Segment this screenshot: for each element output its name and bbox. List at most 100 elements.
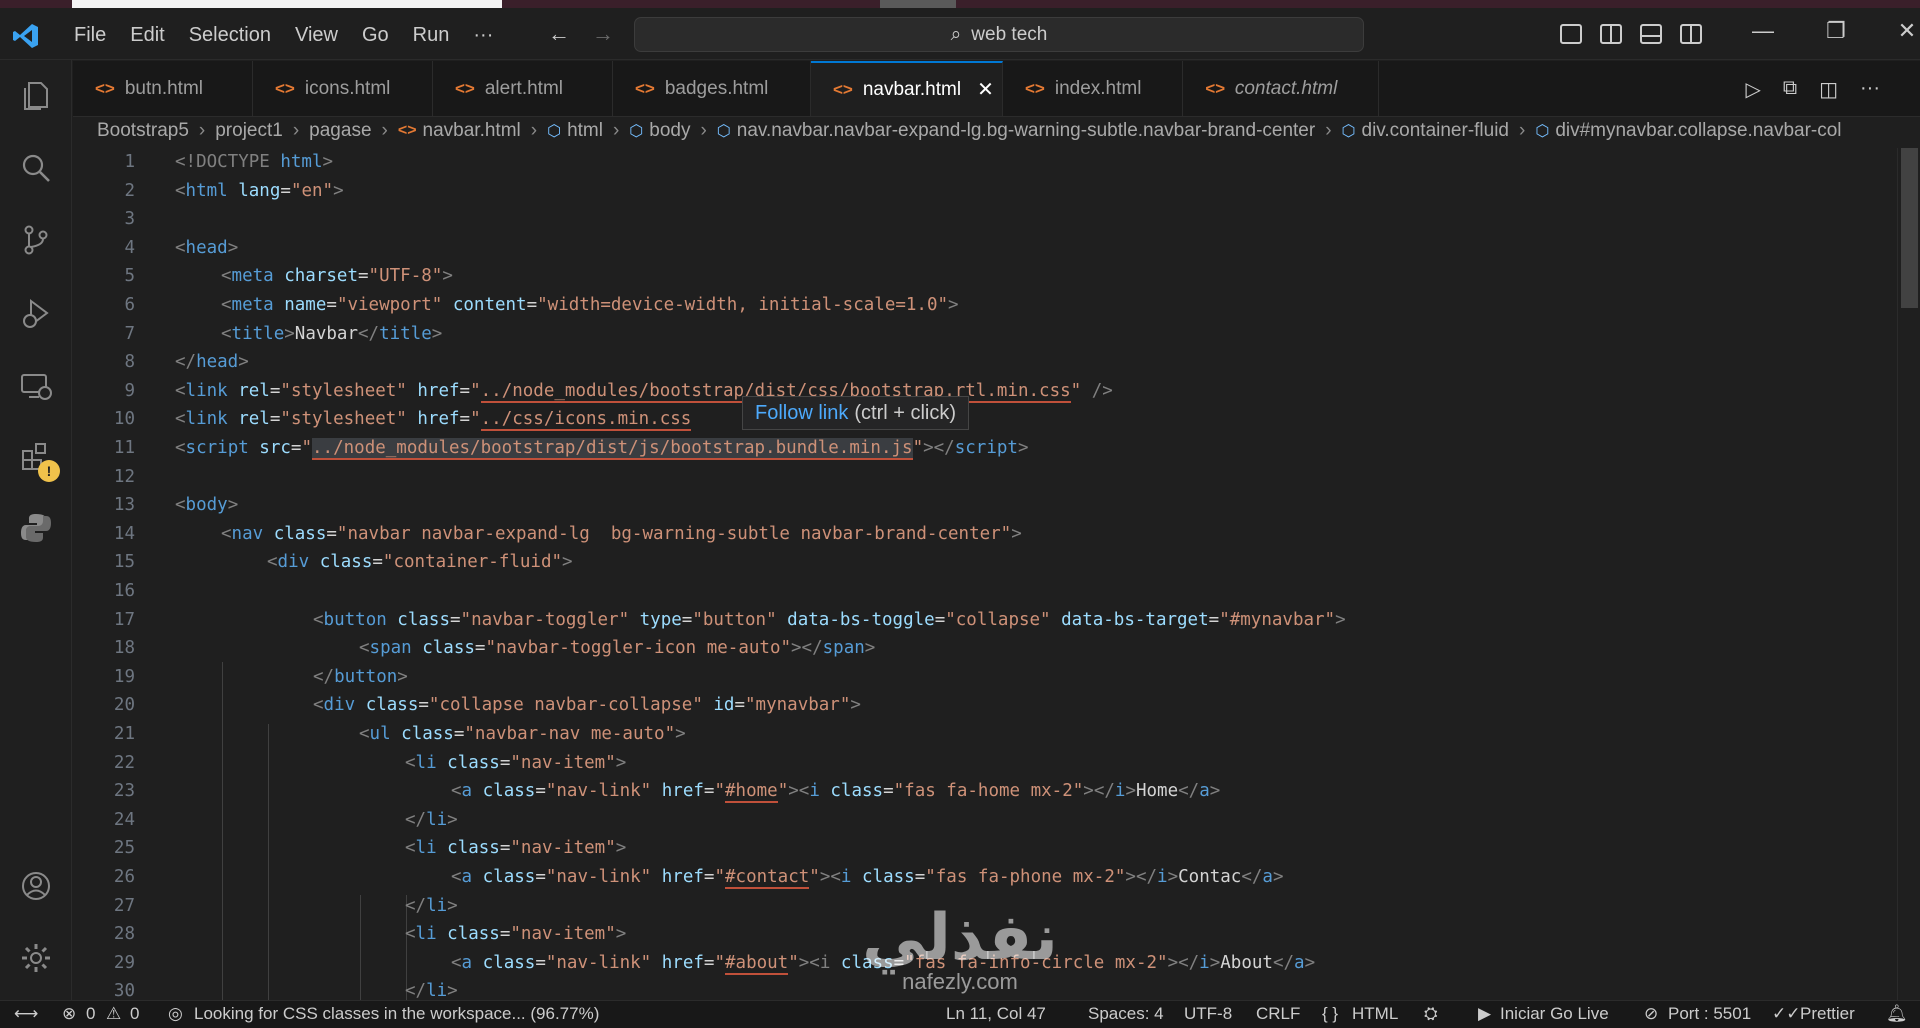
breadcrumb-item[interactable]: navbar.html (423, 120, 521, 142)
remote-indicator-icon[interactable]: ⟷ (14, 1004, 38, 1024)
errors-icon[interactable]: ⊗ (62, 1004, 76, 1024)
close-tab-icon[interactable]: ✕ (977, 77, 994, 102)
code-line: <html lang="en"> (175, 180, 344, 201)
breadcrumb: Bootstrap5 › project1 › pagase › <> navbar.h… (73, 117, 1920, 145)
encoding[interactable]: UTF-8 (1184, 1004, 1232, 1024)
remote-explorer-icon[interactable] (16, 366, 56, 406)
extensions-warning-badge-icon: ! (38, 460, 60, 482)
code-line: <li class="nav-item"> (405, 752, 627, 773)
tab-butn[interactable]: <> butn.html (73, 61, 253, 116)
breadcrumb-item[interactable]: html (567, 120, 603, 142)
html-file-icon: <> (455, 78, 475, 98)
element-icon: ⬡ (1341, 123, 1356, 140)
cursor-position[interactable]: Ln 11, Col 47 (946, 1004, 1046, 1024)
link-href[interactable]: #home (725, 781, 778, 804)
line-number: 23 (113, 781, 135, 802)
watermark-arabic: نفذلي (862, 901, 1058, 973)
code-line: <a class="nav-link" href="#home"><i clas… (451, 781, 1221, 804)
code-line: </li> (405, 981, 458, 1000)
manage-gear-icon[interactable] (16, 938, 56, 978)
live-port[interactable]: Port : 5501 (1668, 1004, 1751, 1024)
code-line: <meta name="viewport" content="width=dev… (221, 295, 959, 315)
link-href[interactable]: ../node_modules/bootstrap/dist/js/bootst… (312, 438, 913, 460)
editor-scrollbar[interactable] (1897, 148, 1920, 1000)
menu-more[interactable]: ··· (461, 20, 505, 51)
window-controls: — ❐ ✕ (1752, 18, 1916, 44)
tab-navbar[interactable]: <> navbar.html ✕ (811, 61, 1003, 116)
prettier[interactable]: Prettier (1800, 1004, 1855, 1024)
restore-icon[interactable]: ❐ (1826, 18, 1846, 44)
minimize-icon[interactable]: — (1752, 18, 1774, 44)
end-of-line[interactable]: CRLF (1256, 1004, 1300, 1024)
run-icon[interactable]: ▷ (1745, 77, 1760, 102)
scrollbar-thumb[interactable] (1901, 148, 1918, 308)
tab-label: icons.html (304, 77, 391, 99)
menu-selection[interactable]: Selection (177, 20, 283, 51)
go-live-button[interactable]: Iniciar Go Live (1500, 1004, 1609, 1024)
breadcrumb-separator: › (1519, 120, 1526, 141)
menu-file[interactable]: File (62, 20, 118, 51)
link-href[interactable]: #contact (725, 867, 810, 889)
line-number: 16 (113, 581, 135, 601)
run-debug-icon[interactable] (16, 294, 56, 334)
html-feedback-icon[interactable]: ⛭ (1424, 1004, 1438, 1024)
breadcrumb-item[interactable]: nav.navbar.navbar-expand-lg.bg-warning-s… (737, 120, 1315, 142)
breadcrumb-item[interactable]: Bootstrap5 (97, 120, 189, 142)
line-number: 6 (124, 295, 135, 315)
window-top-strip (0, 0, 1920, 8)
accounts-icon[interactable] (16, 866, 56, 906)
line-number: 3 (124, 209, 135, 230)
link-href[interactable]: ../css/icons.min.css (480, 409, 692, 432)
command-center-search[interactable]: ⌕ web tech (634, 17, 1364, 52)
warnings-count[interactable]: 0 (130, 1004, 139, 1024)
tab-alert[interactable]: <> alert.html (433, 61, 613, 116)
notifications-bell-icon[interactable]: 🔔︎ (1886, 1004, 1908, 1024)
line-number: 20 (113, 695, 135, 716)
line-number: 22 (113, 752, 135, 773)
indent-guide (360, 895, 361, 1000)
breadcrumb-item[interactable]: project1 (215, 120, 283, 142)
html-file-icon: <> (1205, 78, 1225, 98)
tab-badges[interactable]: <> badges.html (613, 61, 811, 116)
line-number: 7 (124, 323, 135, 344)
back-arrow-icon[interactable]: ← (548, 22, 570, 46)
tab-contact[interactable]: <> contact.html (1183, 61, 1379, 116)
indentation[interactable]: Spaces: 4 (1088, 1004, 1164, 1024)
menu-run[interactable]: Run (401, 20, 462, 51)
html-file-icon: <> (833, 79, 853, 99)
breadcrumb-item[interactable]: body (649, 120, 690, 142)
errors-count[interactable]: 0 (86, 1004, 95, 1024)
breadcrumb-item[interactable]: div.container-fluid (1362, 120, 1510, 142)
menu-edit[interactable]: Edit (118, 20, 176, 51)
tab-icons[interactable]: <> icons.html (253, 61, 433, 116)
follow-link-tooltip: Follow link (ctrl + click) (742, 396, 970, 430)
forward-arrow-icon[interactable]: → (592, 22, 614, 46)
link-href[interactable]: #about (725, 952, 789, 975)
customize-layout-icon[interactable] (1560, 24, 1582, 44)
toggle-secondary-sidebar-icon[interactable] (1680, 24, 1702, 44)
tab-index[interactable]: <> index.html (1003, 61, 1183, 116)
warnings-icon[interactable]: ⚠ (106, 1004, 121, 1024)
breadcrumb-item[interactable]: div#mynavbar.collapse.navbar-col (1555, 120, 1841, 142)
explorer-icon[interactable] (16, 76, 56, 116)
go-live-icon: ▶ (1478, 1004, 1492, 1023)
python-icon[interactable] (16, 508, 56, 548)
menu-go[interactable]: Go (350, 20, 401, 51)
code-line: <link rel="stylesheet" href="../css/icon… (175, 409, 692, 432)
prettier-check-icon: ✓✓ (1772, 1004, 1801, 1023)
more-actions-icon[interactable]: ··· (1860, 77, 1880, 102)
toggle-panel-icon[interactable] (1640, 24, 1662, 44)
language-mode[interactable]: HTML (1352, 1004, 1398, 1024)
source-control-icon[interactable] (16, 220, 56, 260)
menu-view[interactable]: View (283, 20, 350, 51)
open-changes-icon[interactable]: ⧉ (1783, 77, 1797, 102)
breadcrumb-separator: › (198, 120, 206, 141)
search-view-icon[interactable] (16, 148, 56, 188)
toggle-primary-sidebar-icon[interactable] (1600, 24, 1622, 44)
split-editor-icon[interactable]: ◫ (1819, 77, 1838, 102)
line-number: 28 (113, 924, 135, 945)
follow-link[interactable]: Follow link (755, 402, 848, 425)
close-window-icon[interactable]: ✕ (1898, 18, 1916, 44)
breadcrumb-item[interactable]: pagase (309, 120, 371, 142)
code-editor[interactable]: 1 2 3 4 5 6 7 8 9 10 11 12 13 14 15 16 1… (73, 148, 1893, 1000)
